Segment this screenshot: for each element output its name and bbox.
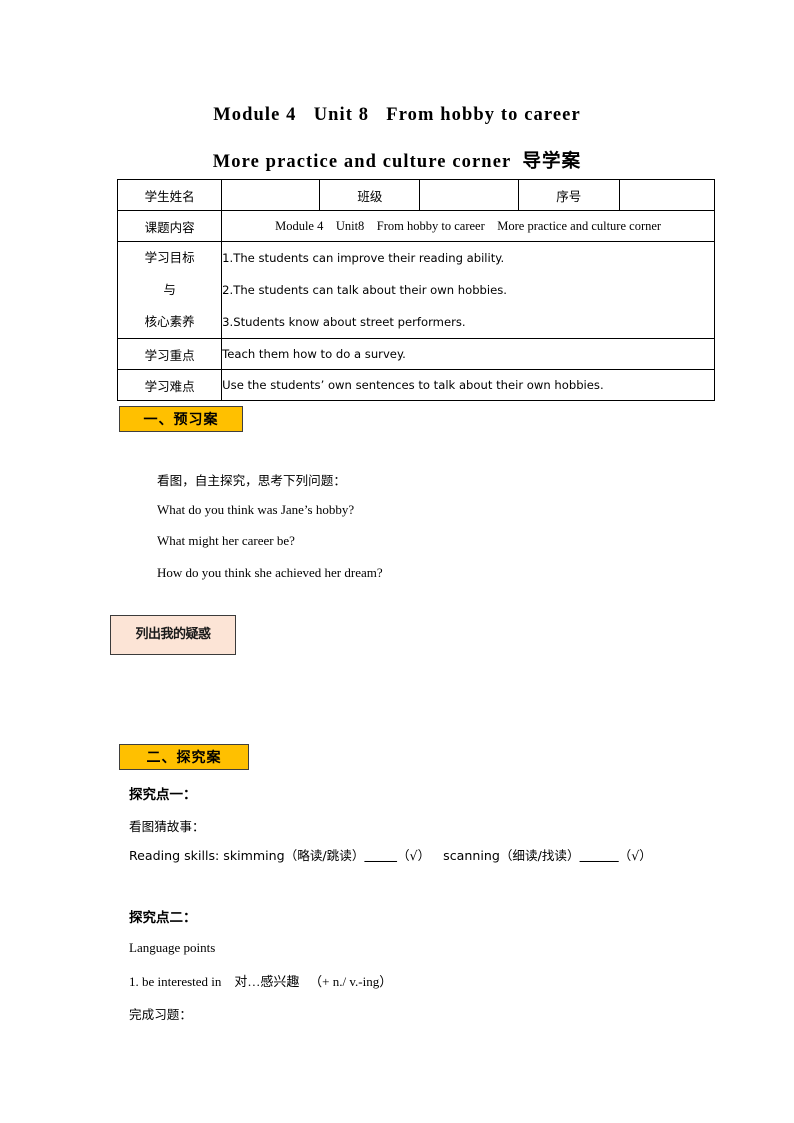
learning-goal-item: 3.Students know about street performers.	[222, 315, 466, 329]
value-student-name[interactable]	[221, 179, 321, 211]
table-row-topic: 课题内容 Module 4 Unit8 From hobby to career…	[116, 210, 715, 242]
label-learning-goals-line-3: 核心素养	[144, 314, 195, 329]
label-learning-goals-line-1: 学习目标	[144, 250, 195, 265]
inquiry-point-one-subheading: 看图猜故事：	[129, 819, 205, 834]
value-seat-number[interactable]	[618, 179, 716, 211]
label-seat-number: 序号	[517, 179, 620, 211]
table-row-difficulty: 学习难点 Use the students’ own sentences to …	[116, 369, 715, 401]
label-topic-content: 课题内容	[116, 210, 223, 242]
label-student-name: 学生姓名	[116, 179, 223, 211]
preview-question-2: What might her career be?	[157, 533, 295, 548]
page-title-line-2: More practice and culture corner 导学案	[212, 152, 582, 172]
reading-skills-prefix: Reading skills: skimming（略读/跳读）	[129, 848, 365, 863]
value-class[interactable]	[419, 179, 519, 211]
page-title-line-1: Module 4 Unit 8 From hobby to career	[213, 105, 581, 125]
inquiry-point-one-heading: 探究点一：	[129, 787, 197, 803]
reading-skills-blank-1[interactable]: _____	[364, 848, 397, 863]
lesson-info-table: 学生姓名 班级 序号 课题内容 Module 4 Unit8 From hobb…	[116, 179, 716, 401]
value-difficulty: Use the students’ own sentences to talk …	[221, 369, 715, 401]
reading-skills-check-2: （√）	[618, 848, 652, 863]
reading-skills-check-1: （√）	[396, 848, 431, 863]
label-learning-goals: 学习目标 与 核心素养	[116, 241, 223, 339]
label-difficulty: 学习难点	[116, 369, 223, 401]
reading-skills-mid: scanning（细读/找读）	[443, 848, 580, 863]
language-point-item-1: 1. be interested in 对…感兴趣 （+ n./ v.-ing）	[129, 974, 393, 989]
preview-question-1: What do you think was Jane’s hobby?	[157, 502, 355, 517]
document-page: Module 4 Unit 8 From hobby to career Mor…	[0, 0, 794, 1123]
inquiry-point-two-heading: 探究点二：	[129, 910, 197, 926]
value-topic-content: Module 4 Unit8 From hobby to career More…	[221, 210, 715, 242]
label-class: 班级	[319, 179, 421, 211]
learning-goal-item: 1.The students can improve their reading…	[222, 251, 505, 265]
value-key-point: Teach them how to do a survey.	[221, 338, 715, 370]
preview-instruction: 看图，自主探究，思考下列问题：	[157, 473, 346, 488]
exercise-prompt: 完成习题：	[129, 1007, 192, 1022]
value-learning-goals: 1.The students can improve their reading…	[221, 241, 715, 339]
reading-skills-line: Reading skills: skimming（略读/跳读）_____（√） …	[129, 845, 652, 864]
learning-goal-item: 2.The students can talk about their own …	[222, 283, 507, 297]
list-my-doubts-box[interactable]: 列出我的疑惑	[110, 615, 236, 655]
preview-question-3: How do you think she achieved her dream?	[157, 565, 383, 580]
section-header-preview: 一、预习案	[119, 406, 243, 432]
table-row-student: 学生姓名 班级 序号	[116, 179, 716, 211]
label-learning-goals-line-2: 与	[163, 282, 176, 297]
label-key-point: 学习重点	[116, 338, 223, 370]
table-row-key-point: 学习重点 Teach them how to do a survey.	[116, 338, 715, 370]
language-points-subheading: Language points	[129, 940, 216, 955]
reading-skills-blank-2[interactable]: ______	[580, 848, 619, 863]
section-header-inquiry: 二、探究案	[119, 744, 249, 770]
table-row-goals: 学习目标 与 核心素养 1.The students can improve t…	[116, 241, 715, 339]
